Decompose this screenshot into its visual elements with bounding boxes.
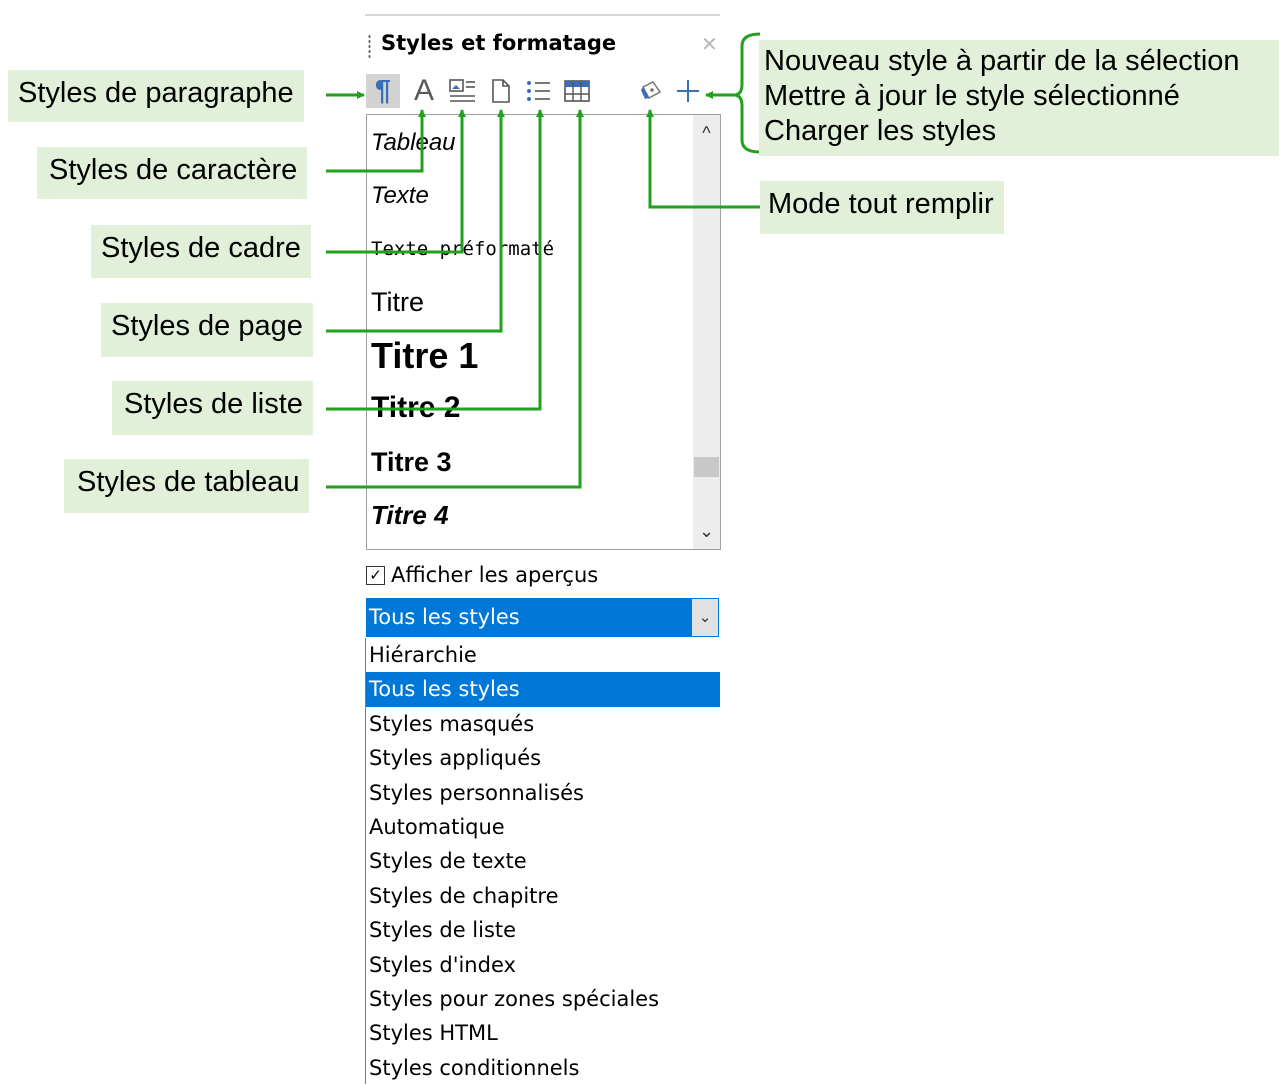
- connector-page: [326, 109, 505, 333]
- callout-list-styles: Styles de liste: [112, 381, 313, 435]
- connector-table: [326, 109, 584, 489]
- callout-text: Styles de cadre: [101, 232, 301, 264]
- connector-frame: [326, 109, 466, 254]
- callout-fill-mode: Mode tout remplir: [760, 181, 1004, 234]
- callout-text: Mettre à jour le style sélectionné: [764, 80, 1180, 112]
- callout-text: Charger les styles: [764, 115, 997, 147]
- connector-fill-mode: [646, 109, 762, 209]
- callout-text: Styles de tableau: [77, 466, 300, 498]
- callout-styles-actions: Nouveau style à partir de la sélection M…: [759, 40, 1279, 156]
- callout-paragraph-styles: Styles de paragraphe: [8, 70, 304, 122]
- callout-text: Styles de liste: [124, 388, 303, 420]
- callout-character-styles: Styles de caractère: [37, 147, 308, 199]
- callout-table-styles: Styles de tableau: [64, 459, 310, 513]
- callout-page-styles: Styles de page: [101, 303, 313, 357]
- actions-bracket: [733, 32, 761, 154]
- callout-text: Styles de caractère: [49, 154, 298, 186]
- callout-text: Mode tout remplir: [768, 188, 994, 220]
- connector-list: [326, 109, 544, 411]
- callout-text: Styles de paragraphe: [18, 77, 294, 109]
- connector-character: [326, 109, 426, 173]
- callout-text: Nouveau style à partir de la sélection: [764, 45, 1240, 77]
- callout-text: Styles de page: [111, 310, 303, 342]
- callout-frame-styles: Styles de cadre: [91, 225, 311, 278]
